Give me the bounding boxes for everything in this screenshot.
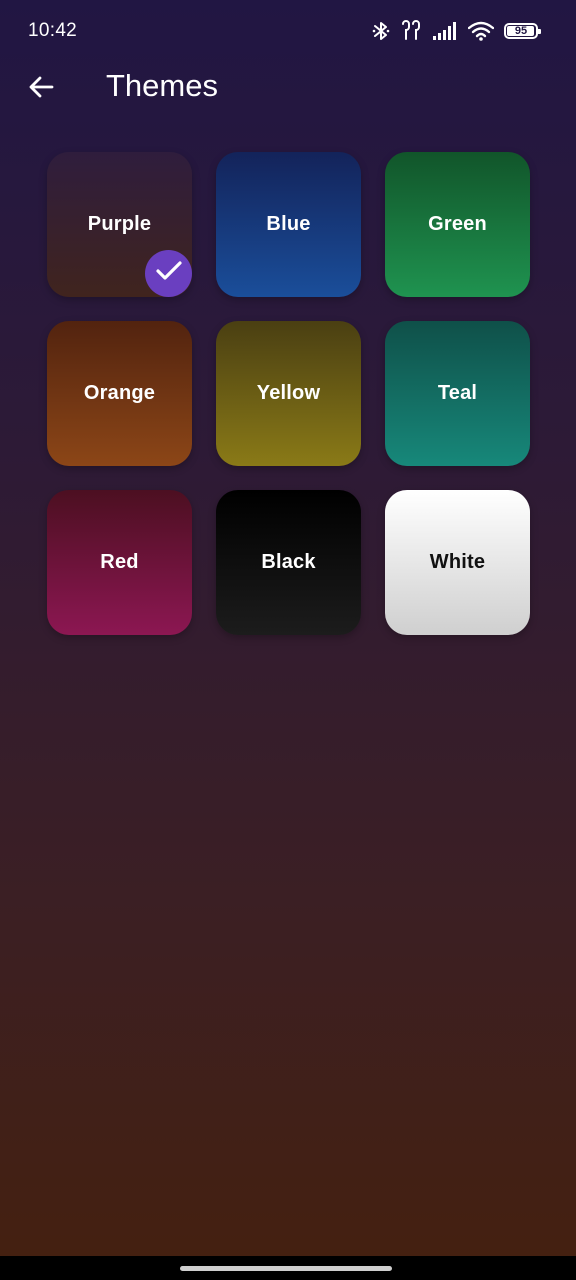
theme-tile-blue[interactable]: Blue — [216, 152, 361, 297]
theme-tile-green[interactable]: Green — [385, 152, 530, 297]
theme-label: Red — [100, 551, 139, 573]
theme-tile-red[interactable]: Red — [47, 490, 192, 635]
theme-tile-yellow[interactable]: Yellow — [216, 321, 361, 466]
theme-tile-white[interactable]: White — [385, 490, 530, 635]
theme-label: Orange — [83, 382, 156, 404]
theme-tile-black[interactable]: Black — [216, 490, 361, 635]
theme-label: Black — [261, 551, 316, 573]
battery-icon: 95 — [504, 23, 541, 39]
battery-level: 95 — [514, 24, 528, 37]
back-button[interactable] — [22, 70, 60, 108]
earbuds-icon — [400, 20, 422, 42]
theme-tile-orange[interactable]: Orange — [47, 321, 192, 466]
theme-label: White — [429, 551, 486, 573]
theme-label: Yellow — [256, 382, 321, 404]
status-icons: 95 — [372, 18, 541, 44]
theme-label: Green — [428, 213, 487, 235]
theme-label: Teal — [437, 382, 478, 404]
signal-icon — [432, 21, 458, 41]
theme-tile-purple[interactable]: Purple — [47, 152, 192, 297]
status-bar: 10:42 95 — [0, 0, 576, 62]
navigation-bar — [0, 1256, 576, 1280]
wifi-icon — [468, 21, 494, 41]
home-indicator[interactable] — [180, 1266, 392, 1271]
check-icon — [155, 261, 182, 286]
arrow-left-icon — [27, 75, 55, 104]
theme-label: Blue — [266, 213, 311, 235]
theme-grid: Purple Blue Green Orange Yellow Teal Red… — [47, 152, 530, 635]
status-time: 10:42 — [28, 20, 78, 41]
page-title: Themes — [106, 68, 218, 103]
app-bar: Themes — [0, 62, 576, 114]
bluetooth-icon — [372, 20, 390, 42]
theme-label: Purple — [87, 213, 152, 235]
theme-tile-teal[interactable]: Teal — [385, 321, 530, 466]
selected-check-badge — [145, 250, 192, 297]
